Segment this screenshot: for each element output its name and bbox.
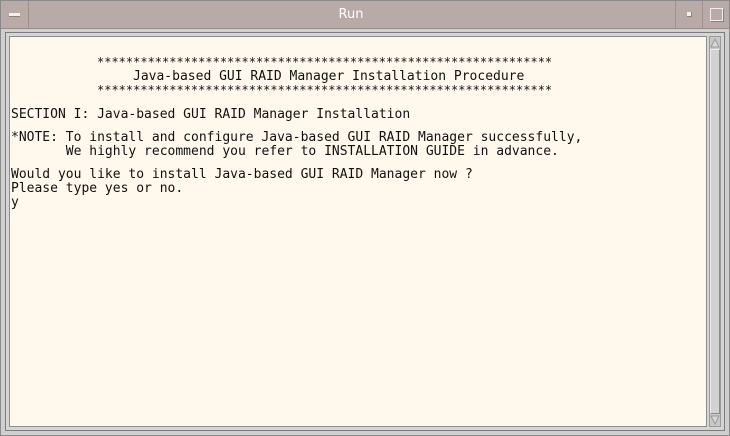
scroll-thumb[interactable] xyxy=(710,49,720,414)
vertical-scrollbar[interactable] xyxy=(709,36,721,427)
maximize-icon[interactable] xyxy=(702,1,729,28)
section-heading: SECTION I: Java-based GUI RAID Manager I… xyxy=(11,107,411,122)
window-titlebar[interactable]: Run xyxy=(1,1,729,29)
note-line-2: We highly recommend you refer to INSTALL… xyxy=(11,144,559,159)
run-window: Run ************************************… xyxy=(0,0,730,436)
scroll-up-arrow-icon[interactable] xyxy=(710,37,720,49)
note-line-1: *NOTE: To install and configure Java-bas… xyxy=(11,130,583,145)
terminal-output[interactable]: ****************************************… xyxy=(9,36,707,427)
window-menu-icon[interactable] xyxy=(1,1,29,28)
banner-top-stars: ****************************************… xyxy=(97,55,553,69)
minimize-icon[interactable] xyxy=(675,1,702,28)
install-prompt: Would you like to install Java-based GUI… xyxy=(11,167,473,182)
user-input: y xyxy=(11,195,19,210)
banner-bottom-stars: ****************************************… xyxy=(97,82,553,97)
window-title: Run xyxy=(338,7,364,22)
scroll-down-arrow-icon[interactable] xyxy=(710,414,720,426)
terminal-frame: ****************************************… xyxy=(5,32,725,431)
yes-no-prompt: Please type yes or no. xyxy=(11,181,184,196)
